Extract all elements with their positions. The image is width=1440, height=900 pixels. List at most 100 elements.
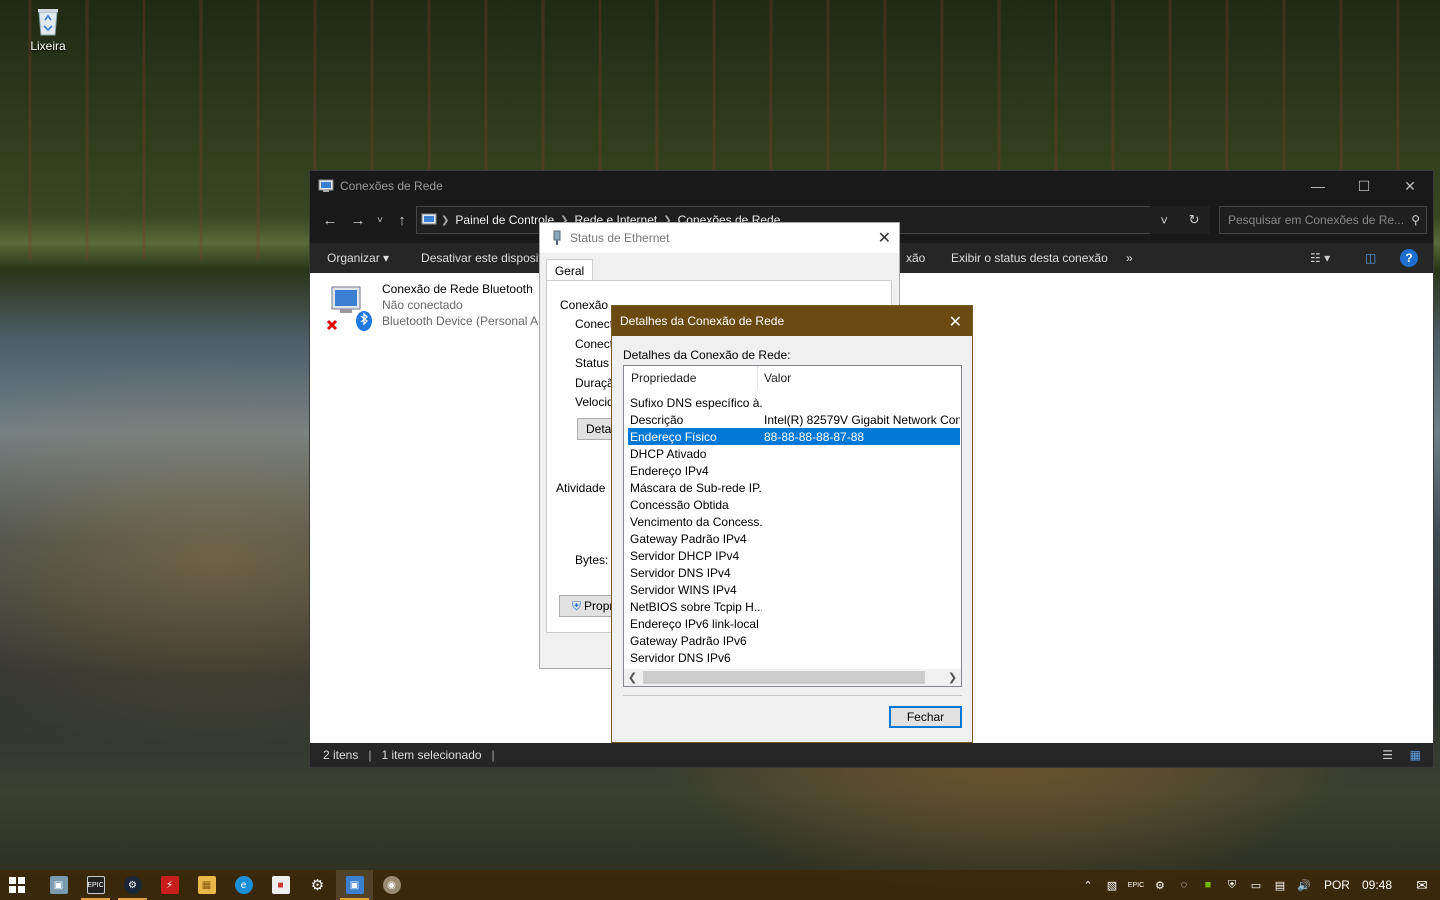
refresh-icon[interactable]: ↻ [1189,212,1200,228]
folder-icon: ▦ [197,876,216,894]
details-dialog-titlebar: Detalhes da Conexão de Rede ✕ [612,306,972,336]
chevron-up-icon[interactable]: ⌃ [1076,879,1100,892]
table-row[interactable]: Gateway Padrão IPv6 [628,632,960,649]
taskbar-app-red[interactable]: ⚡ [151,870,188,900]
taskbar-app-steam[interactable]: ⚙ [114,870,151,900]
window-controls: — ☐ ✕ [1295,171,1433,201]
close-button[interactable]: ✕ [1387,171,1433,201]
property-cell: Concessão Obtida [630,497,729,512]
network-tray-icon[interactable]: ◌ [1172,879,1196,891]
address-actions: ˅ ↻ [1150,206,1210,234]
more-commands-button[interactable]: » [1110,251,1149,265]
taskbar-app-explorer[interactable]: ▦ [188,870,225,900]
details-label: Detalhes da Conexão de Rede: [623,348,791,362]
epic-games-tray-icon[interactable]: EPIC [1124,882,1148,889]
change-view-icon[interactable]: ☷ ▾ [1310,251,1330,265]
close-icon[interactable]: ✕ [878,228,891,248]
action-center-icon[interactable]: ✉ [1404,877,1440,894]
properties-label: Propr [584,599,614,613]
details-listview[interactable]: Propriedade Valor Sufixo DNS específico … [623,365,962,687]
property-cell: Máscara de Sub-rede IP... [630,480,762,495]
table-row[interactable]: Servidor WINS IPv4 [628,581,960,598]
property-cell: NetBIOS sobre Tcpip H... [630,599,762,614]
property-cell: Descrição [630,412,684,427]
network-connections-icon: ▣ [345,876,364,894]
taskbar-app-store[interactable]: ■ [262,870,299,900]
status-bar: 2 itens | 1 item selecionado | ☰ ▦ [310,743,1433,767]
search-box[interactable]: Pesquisar em Conexões de Re... ⚲ [1219,206,1427,234]
table-row[interactable]: Servidor DNS IPv4 [628,564,960,581]
large-icons-view-icon[interactable]: ▦ [1410,748,1421,762]
table-row[interactable]: Endereço IPv4 [628,462,960,479]
address-dropdown-icon[interactable]: ˅ [1160,213,1168,228]
property-cell: Endereço IPv6 link-local [630,616,759,631]
taskbar-app-misc[interactable]: ◉ [373,870,410,900]
taskbar-app-network[interactable]: ▣ [336,870,373,900]
up-button[interactable]: ↑ [388,206,416,234]
table-row[interactable]: Vencimento da Concess... [628,513,960,530]
close-icon[interactable]: ✕ [949,312,962,332]
taskbar-app-epic[interactable]: EPIC [77,870,114,900]
shield-icon: ⛨ [572,598,582,613]
view-status-button[interactable]: Exibir o status desta conexão [935,251,1124,265]
windows-logo-icon [9,877,25,893]
table-row[interactable]: DHCP Ativado [628,445,960,462]
security-shield-icon[interactable]: ⛨ [1220,879,1244,892]
nvidia-icon[interactable]: ■ [1196,879,1220,891]
table-row[interactable]: Descrição Intel(R) 82579V Gigabit Network… [628,411,960,428]
table-row[interactable]: Máscara de Sub-rede IP... [628,479,960,496]
taskbar-app-settings[interactable]: ⚙ [299,870,336,900]
scroll-left-icon[interactable]: ❮ [624,671,641,684]
steam-tray-icon[interactable]: ⚙ [1148,879,1172,892]
tray-device-icon[interactable]: ▭ [1244,879,1268,892]
recycle-bin[interactable]: Lixeira [22,6,74,53]
scroll-right-icon[interactable]: ❯ [944,671,961,684]
network-status-icon[interactable]: ▤ [1268,879,1292,892]
property-cell: Endereço Físico [630,429,717,444]
status-row-label: Conecti [575,317,616,331]
status-row-label: Status [575,356,610,370]
connection-details-dialog: Detalhes da Conexão de Rede ✕ Detalhes d… [611,305,973,743]
connection-device: Bluetooth Device (Personal Ar [382,314,543,328]
table-row[interactable]: Concessão Obtida [628,496,960,513]
chevron-right-icon: ❯ [441,214,450,226]
epic-games-icon: EPIC [86,876,105,894]
input-language[interactable]: POR [1316,878,1358,892]
details-view-icon[interactable]: ☰ [1382,748,1393,762]
value-cell: 88-88-88-88-87-88 [764,429,865,444]
organize-button[interactable]: Organizar ▾ [310,251,405,265]
preview-pane-icon[interactable]: ◫ [1365,251,1376,265]
back-button[interactable]: ← [316,206,344,234]
recent-locations-button[interactable]: ˅ [372,206,388,234]
table-row[interactable]: Endereço Físico 88-88-88-88-87-88 [628,428,960,445]
details-rows: Sufixo DNS específico à... Descrição Intel… [624,394,961,666]
list-item[interactable]: Conexão de Rede Bluetooth Não conectado … [326,281,542,331]
disable-device-button[interactable]: Desativar este disposit [405,251,558,265]
taskbar-app-pictures[interactable]: ▣ [40,870,77,900]
edge-icon: e [234,876,253,894]
tab-general[interactable]: Geral [546,259,593,281]
table-row[interactable]: Gateway Padrão IPv4 [628,530,960,547]
table-row[interactable]: NetBIOS sobre Tcpip H... [628,598,960,615]
minimize-button[interactable]: — [1295,171,1341,201]
table-row[interactable]: Servidor DNS IPv6 [628,649,960,666]
table-row[interactable]: Sufixo DNS específico à... [628,394,960,411]
start-button[interactable] [0,870,34,900]
help-icon[interactable]: ? [1400,249,1418,267]
scrollbar-thumb[interactable] [643,671,925,684]
horizontal-scrollbar[interactable]: ❮ ❯ [624,669,961,686]
close-dialog-button[interactable]: Fechar [889,706,962,728]
item-count: 2 itens [323,748,359,762]
column-header-value[interactable]: Valor [758,371,791,385]
volume-icon[interactable]: 🔊 [1292,879,1316,892]
column-header-property[interactable]: Propriedade [624,366,758,390]
forward-button[interactable]: → [344,206,372,234]
table-row[interactable]: Endereço IPv6 link-local [628,615,960,632]
taskbar-app-edge[interactable]: e [225,870,262,900]
tray-app-icon[interactable]: ▧ [1100,879,1124,892]
network-icon [553,230,561,245]
maximize-button[interactable]: ☐ [1341,171,1387,201]
clock[interactable]: 09:48 [1358,878,1404,892]
status-row-label: Velocid [575,395,614,409]
table-row[interactable]: Servidor DHCP IPv4 [628,547,960,564]
